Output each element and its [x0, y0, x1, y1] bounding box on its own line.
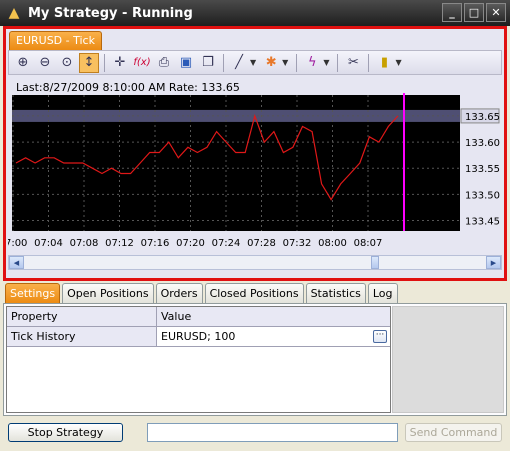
header-property: Property: [7, 307, 157, 326]
send-command-button[interactable]: Send Command: [405, 423, 502, 442]
property-value[interactable]: EURUSD; 100: [161, 330, 235, 343]
toolbar-separator: [337, 53, 339, 72]
tab-statistics[interactable]: Statistics: [305, 283, 366, 303]
current-rate-label: 133.65: [465, 112, 500, 123]
x-tick-label: 08:00: [318, 238, 347, 249]
stop-strategy-button[interactable]: Stop Strategy: [8, 423, 123, 442]
price-chart[interactable]: 133.65133.60133.55133.50133.45133.6507:0…: [8, 93, 502, 253]
chevron-down-icon[interactable]: ▼: [395, 58, 401, 67]
chart-horizontal-scrollbar[interactable]: ◀ ▶: [8, 255, 502, 270]
copy-icon[interactable]: ❐: [198, 53, 218, 73]
scroll-thumb[interactable]: [371, 256, 379, 269]
close-button[interactable]: ✕: [486, 3, 506, 22]
chevron-down-icon[interactable]: ▼: [282, 58, 288, 67]
description-pane: [392, 306, 504, 413]
x-tick-label: 08:07: [354, 238, 383, 249]
app-icon: ▲: [8, 5, 20, 21]
title-bar: ▲ My Strategy - Running _ □ ✕: [0, 0, 510, 26]
x-tick-label: 07:24: [212, 238, 241, 249]
window-title: My Strategy - Running: [28, 5, 193, 21]
x-tick-label: 07:08: [70, 238, 99, 249]
save-icon[interactable]: ▣: [176, 53, 196, 73]
scroll-left-icon[interactable]: ◀: [9, 256, 24, 269]
marker-icon[interactable]: ✱: [261, 53, 281, 73]
property-value-field[interactable]: EURUSD; 100 ···: [157, 327, 390, 346]
toolbar-separator: [223, 53, 224, 72]
properties-icon[interactable]: ✂: [343, 53, 363, 73]
table-row[interactable]: Tick History EURUSD; 100 ···: [7, 327, 390, 347]
property-name: Tick History: [7, 327, 157, 346]
x-tick-label: 07:00: [8, 238, 27, 249]
line-tool-icon[interactable]: ╱: [229, 53, 249, 73]
zoom-reset-icon[interactable]: ⊙: [57, 53, 77, 73]
ellipsis-button[interactable]: ···: [373, 330, 387, 343]
indicator-icon[interactable]: ϟ: [302, 53, 322, 73]
zoom-out-icon[interactable]: ⊖: [35, 53, 55, 73]
print-icon[interactable]: ⎙: [154, 53, 174, 73]
property-grid: Property Value Tick History EURUSD; 100 …: [6, 306, 391, 413]
bottom-tab-strip: Settings Open Positions Orders Closed Po…: [5, 283, 398, 303]
function-icon[interactable]: f(x): [132, 53, 152, 73]
zoom-in-icon[interactable]: ⊕: [13, 53, 33, 73]
scroll-right-icon[interactable]: ▶: [486, 256, 501, 269]
toolbar-separator: [104, 53, 105, 72]
tab-settings[interactable]: Settings: [5, 283, 61, 303]
pointer-icon[interactable]: ↕: [79, 52, 99, 73]
x-tick-label: 07:12: [105, 238, 134, 249]
crosshair-icon[interactable]: ✛: [110, 53, 130, 73]
chart-toolbar: ⊕ ⊖ ⊙ ↕ ✛ f(x) ⎙ ▣ ❐ ╱ ▼ ✱ ▼ ϟ ▼ ✂ ▮ ▼: [8, 50, 502, 75]
maximize-button[interactable]: □: [464, 3, 484, 22]
x-tick-label: 07:20: [176, 238, 205, 249]
tab-closed-positions[interactable]: Closed Positions: [204, 283, 304, 303]
command-input[interactable]: [147, 423, 398, 442]
header-value: Value: [161, 310, 192, 323]
chevron-down-icon[interactable]: ▼: [323, 58, 329, 67]
y-tick-label: 133.45: [465, 217, 500, 228]
x-tick-label: 07:04: [34, 238, 63, 249]
chart-panel: EURUSD - Tick ⊕ ⊖ ⊙ ↕ ✛ f(x) ⎙ ▣ ❐ ╱ ▼ ✱…: [3, 26, 507, 281]
x-tick-label: 07:28: [247, 238, 276, 249]
toolbar-separator: [296, 53, 298, 72]
chart-tab[interactable]: EURUSD - Tick: [9, 31, 102, 50]
minimize-button[interactable]: _: [442, 3, 462, 22]
settings-panel: Property Value Tick History EURUSD; 100 …: [3, 303, 507, 416]
y-tick-label: 133.55: [465, 164, 500, 175]
candlestick-icon[interactable]: ▮: [374, 53, 394, 73]
x-tick-label: 07:16: [141, 238, 170, 249]
grid-header-row: Property Value: [7, 307, 390, 327]
toolbar-separator: [368, 53, 370, 72]
chevron-down-icon[interactable]: ▼: [250, 58, 256, 67]
tab-orders[interactable]: Orders: [155, 283, 203, 303]
tab-open-positions[interactable]: Open Positions: [62, 283, 154, 303]
x-tick-label: 07:32: [283, 238, 312, 249]
y-tick-label: 133.50: [465, 190, 500, 201]
y-tick-label: 133.60: [465, 138, 500, 149]
tab-log[interactable]: Log: [367, 283, 398, 303]
